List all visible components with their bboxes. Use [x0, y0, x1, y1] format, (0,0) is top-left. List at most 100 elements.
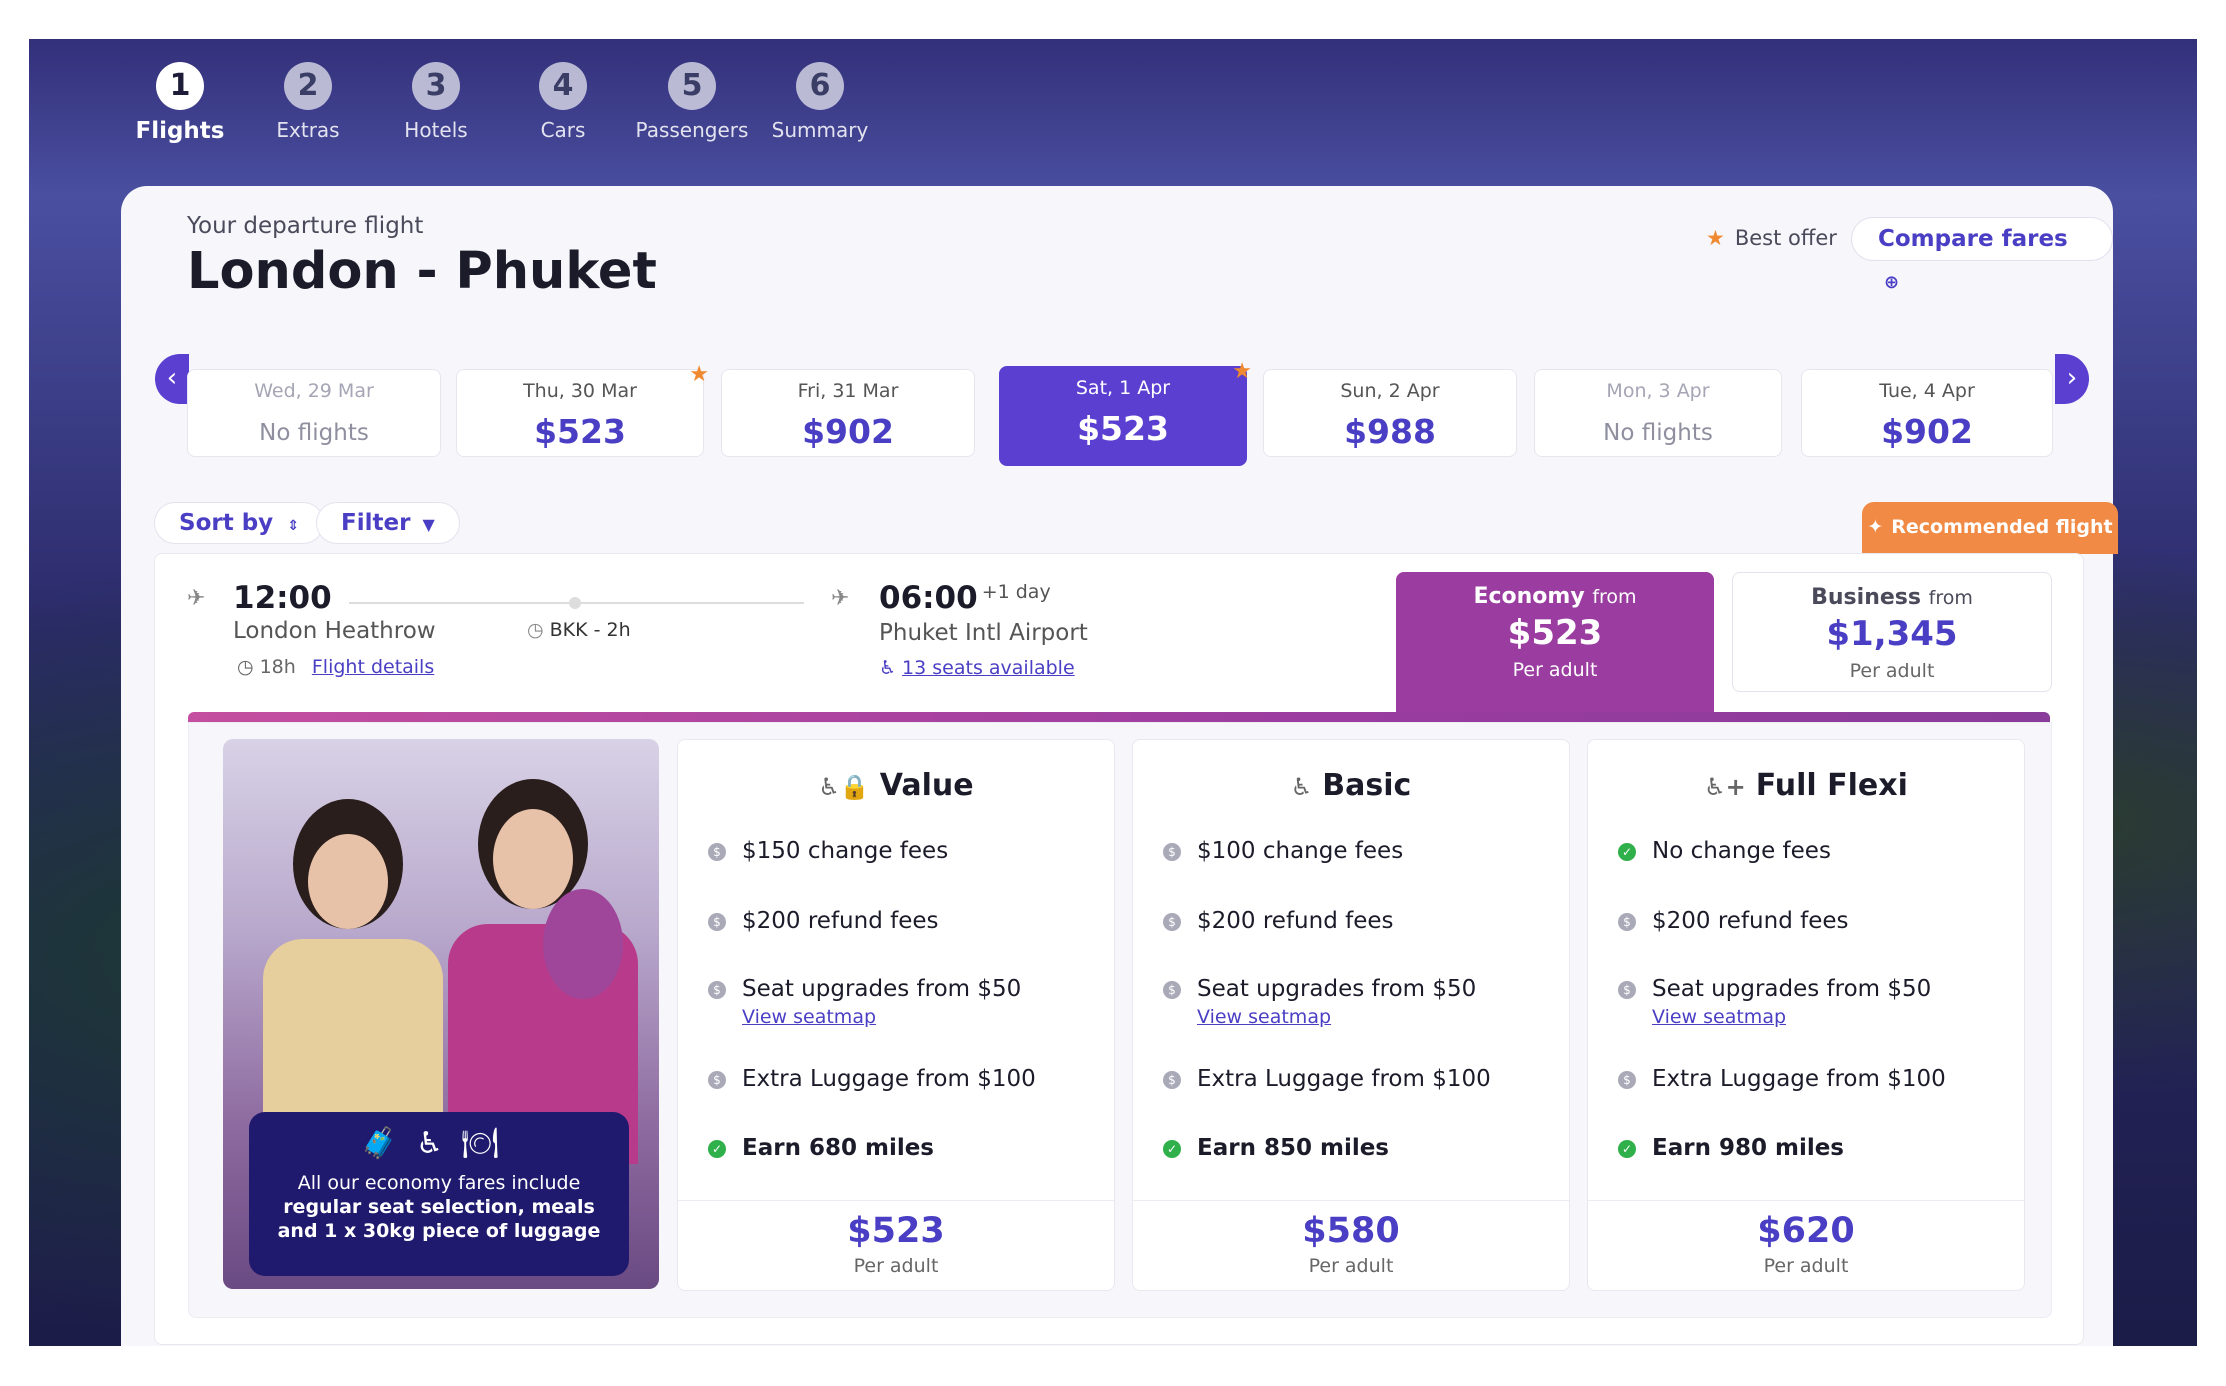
date-option-selected[interactable]: Sat, 1 Apr $523 ★ — [999, 359, 1252, 466]
option-per: Per adult — [853, 1255, 939, 1277]
feature-item: $ $200 refund fees — [1163, 908, 1394, 934]
seat-lock-icon: ♿🔒 — [818, 773, 870, 801]
clock-icon: ◷ — [527, 619, 544, 641]
date-price: $523 — [1077, 409, 1169, 448]
seats-available-link[interactable]: 13 seats available — [902, 657, 1075, 679]
fare-from: from — [1592, 586, 1637, 608]
fare-per: Per adult — [1849, 660, 1935, 682]
fee-icon: $ — [1618, 913, 1636, 931]
date-option[interactable]: Fri, 31 Mar $902 — [721, 369, 975, 457]
step-label: Passengers — [635, 118, 749, 142]
date-price: $902 — [1881, 412, 1973, 451]
date-option[interactable]: Thu, 30 Mar $523 ★ — [456, 362, 709, 457]
option-price-footer: $580 Per adult — [1133, 1200, 1569, 1291]
feature-item: $ Extra Luggage from $100 — [708, 1066, 1036, 1092]
view-seatmap-link[interactable]: View seatmap — [1652, 1006, 1931, 1028]
economy-fare-tab[interactable]: Economy from $523 Per adult — [1396, 572, 1714, 712]
recommended-flight-tab: ✦ Recommended flight — [1862, 502, 2118, 554]
chevron-right-icon: › — [2066, 363, 2078, 393]
date-label: Sat, 1 Apr — [1075, 377, 1171, 399]
filter-button[interactable]: Filter ▼ — [316, 502, 460, 544]
option-title: ♿🔒 Value — [678, 768, 1114, 803]
feature-text: Earn 680 miles — [742, 1135, 934, 1161]
sort-label: Sort by — [179, 510, 274, 536]
fee-icon: $ — [1163, 981, 1181, 999]
feature-item: $ $200 refund fees — [1618, 908, 1849, 934]
departure-subtitle: Your departure flight — [187, 213, 424, 239]
feature-text: Extra Luggage from $100 — [742, 1066, 1036, 1092]
departure-airport: London Heathrow — [233, 618, 436, 644]
date-price: $902 — [802, 412, 894, 451]
best-offer-legend: ★ Best offer — [1706, 226, 1837, 250]
option-title: ♿ Basic — [1133, 768, 1569, 803]
step-hotels[interactable]: 3 Hotels — [371, 62, 501, 142]
fee-icon: $ — [1618, 1071, 1636, 1089]
step-number: 6 — [796, 62, 844, 110]
fare-name: Business from — [1733, 585, 2051, 610]
fare-options: 🧳♿🍽 All our economy fares include regula… — [188, 722, 2052, 1318]
feature-text: Earn 980 miles — [1652, 1135, 1844, 1161]
step-summary[interactable]: 6 Summary — [755, 62, 885, 142]
sort-icon: ⇕ — [287, 518, 299, 534]
fare-per: Per adult — [1512, 659, 1598, 681]
feature-text: $200 refund fees — [742, 908, 939, 934]
date-option[interactable]: Wed, 29 Mar No flights — [187, 369, 441, 457]
promo-text-bold: regular seat selection, meals and 1 x 30… — [277, 1196, 601, 1242]
date-option[interactable]: Tue, 4 Apr $902 — [1801, 369, 2053, 457]
recommended-label: Recommended flight — [1891, 516, 2113, 538]
view-seatmap-link[interactable]: View seatmap — [742, 1006, 1021, 1028]
feature-text: $200 refund fees — [1197, 908, 1394, 934]
feature-text: No change fees — [1652, 838, 1831, 864]
departure-time: 12:00 — [233, 580, 332, 616]
orchid-bouquet — [543, 889, 623, 999]
seat-icon: ♿ — [1290, 773, 1313, 801]
arrival-time: 06:00 +1 day — [879, 580, 1051, 616]
view-seatmap-link[interactable]: View seatmap — [1197, 1006, 1476, 1028]
fare-from: from — [1928, 587, 1973, 609]
promo-message: 🧳♿🍽 All our economy fares include regula… — [249, 1112, 629, 1276]
step-label: Cars — [540, 118, 586, 142]
step-cars[interactable]: 4 Cars — [498, 62, 628, 142]
feature-item: ✓ Earn 680 miles — [708, 1135, 934, 1161]
best-offer-star-icon: ★ — [1232, 359, 1252, 384]
best-offer-label: Best offer — [1734, 226, 1837, 250]
feature-item: $ $150 change fees — [708, 838, 948, 864]
landing-icon: ✈ — [831, 586, 850, 611]
date-label: Sun, 2 Apr — [1340, 380, 1440, 402]
fare-price: $1,345 — [1826, 614, 1958, 654]
clock-icon: ◷ — [237, 656, 254, 678]
arrival-time-value: 06:00 — [879, 580, 978, 616]
flight-selection-card: Your departure flight London - Phuket ★ B… — [121, 186, 2118, 1346]
option-title: ♿+ Full Flexi — [1588, 768, 2024, 803]
seat-check-icon: ♿ — [416, 1126, 462, 1161]
fee-icon: $ — [1163, 913, 1181, 931]
stopover-label: BKK - 2h — [549, 619, 631, 641]
step-flights[interactable]: 1 Flights — [115, 62, 245, 144]
fare-option-value[interactable]: ♿🔒 Value $ $150 change fees $ $200 refund f… — [677, 739, 1115, 1291]
step-passengers[interactable]: 5 Passengers — [627, 62, 757, 142]
feature-item: ✓ Earn 980 miles — [1618, 1135, 1844, 1161]
step-extras[interactable]: 2 Extras — [243, 62, 373, 142]
zoom-icon: ⊕ — [1884, 272, 1900, 293]
feature-item: ✓ No change fees — [1618, 838, 1831, 864]
fare-price: $523 — [1507, 613, 1603, 653]
stopover: ◷ BKK - 2h — [527, 619, 631, 641]
fare-option-basic[interactable]: ♿ Basic $ $100 change fees $ $200 refund fe… — [1132, 739, 1570, 1291]
option-name: Basic — [1322, 768, 1412, 803]
seat-icon: ♿ — [879, 657, 897, 679]
business-fare-tab[interactable]: Business from $1,345 Per adult — [1732, 572, 2052, 692]
feature-item: $ Seat upgrades from $50 View seatmap — [708, 976, 1021, 1028]
flight-details-link[interactable]: Flight details — [312, 656, 434, 678]
date-option[interactable]: Mon, 3 Apr No flights — [1534, 369, 1782, 457]
booking-steps: 1 Flights 2 Extras 3 Hotels 4 Cars 5 Pas… — [29, 39, 2197, 179]
best-offer-star-icon: ★ — [689, 362, 709, 387]
compare-fares-button[interactable]: Compare fares ⊕ — [1851, 217, 2113, 293]
date-option[interactable]: Sun, 2 Apr $988 — [1263, 369, 1517, 457]
attendant-face — [493, 809, 573, 909]
fare-option-full-flexi[interactable]: ♿+ Full Flexi ✓ No change fees $ $200 refun… — [1587, 739, 2025, 1291]
flight-result: ✈ 12:00 London Heathrow ◷ 18h Flight deta… — [154, 553, 2084, 1345]
compare-fares-label: Compare fares — [1878, 226, 2068, 252]
date-price: No flights — [259, 420, 369, 446]
sort-button[interactable]: Sort by ⇕ — [154, 502, 324, 544]
sparkle-icon: ✦ — [1867, 516, 1884, 538]
